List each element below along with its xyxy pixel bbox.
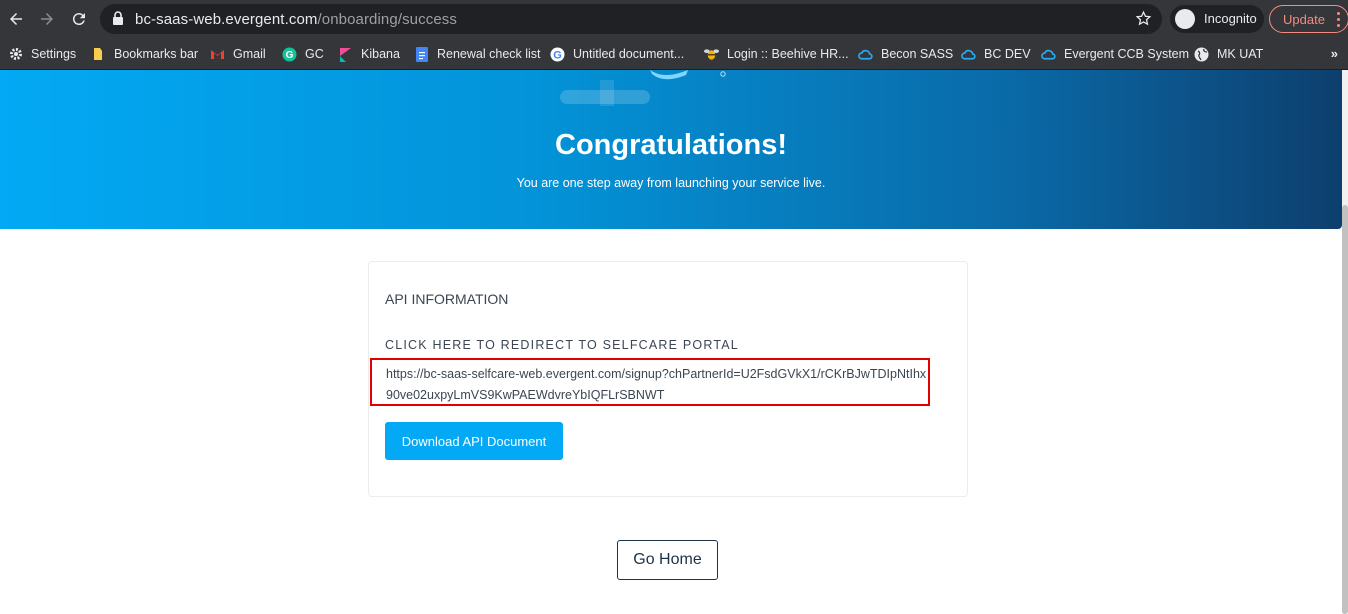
folder-icon [91, 47, 106, 62]
docs-icon [414, 46, 429, 62]
bookmark-label: Renewal check list [437, 47, 541, 61]
bookmark-label: Kibana [361, 47, 400, 61]
page-title: Congratulations! [555, 129, 787, 161]
bookmark-item[interactable]: Kibana [338, 43, 400, 65]
bookmark-label: BC DEV [984, 47, 1031, 61]
reload-button[interactable] [67, 7, 91, 31]
gmail-icon [210, 47, 225, 62]
bookmark-item[interactable]: G GC [282, 43, 324, 65]
bookmark-label: Becon SASS [881, 47, 954, 61]
beehive-icon [704, 47, 719, 62]
scrollbar[interactable] [1342, 70, 1348, 614]
bookmark-label: Evergent CCB System [1064, 47, 1190, 61]
browser-toolbar: bc-saas-web.evergent.com/onboarding/succ… [0, 0, 1348, 38]
svg-text:G: G [286, 50, 294, 61]
globe-icon [1194, 47, 1209, 62]
update-button[interactable]: Update [1269, 5, 1348, 33]
bookmark-item[interactable]: MK UAT [1194, 43, 1263, 65]
bookmark-item[interactable]: BC DEV [961, 43, 1031, 65]
bookmark-label: Gmail [233, 47, 266, 61]
bookmark-item[interactable]: Settings [8, 43, 76, 65]
url-path: /onboarding/success [317, 11, 457, 28]
cloud-icon [961, 47, 976, 62]
svg-text:G: G [553, 49, 562, 61]
bookmark-label: Login :: Beehive HR... [727, 47, 849, 61]
url-host: bc-saas-web.evergent.com [135, 11, 318, 28]
gear-icon [8, 47, 23, 62]
bookmarks-bar: Settings Bookmarks bar Gmail G GC Kibana… [0, 38, 1348, 70]
back-button[interactable] [4, 7, 28, 31]
google-icon: G [550, 47, 565, 62]
go-home-button[interactable]: Go Home [617, 540, 718, 580]
selfcare-portal-link[interactable]: https://bc-saas-selfcare-web.evergent.co… [386, 364, 931, 406]
update-label: Update [1283, 12, 1325, 27]
bookmark-item[interactable]: Gmail [210, 43, 266, 65]
incognito-label: Incognito [1204, 11, 1257, 26]
hero-banner: Congratulations! You are one step away f… [0, 70, 1342, 229]
bookmark-label: GC [305, 47, 324, 61]
grammarly-icon: G [282, 47, 297, 62]
incognito-icon [1175, 9, 1195, 29]
bookmark-label: MK UAT [1217, 47, 1264, 61]
address-url: bc-saas-web.evergent.com/onboarding/succ… [135, 11, 457, 28]
arrow-right-icon [41, 13, 53, 25]
rocket-illustration-icon [560, 70, 726, 106]
bookmark-item[interactable]: Renewal check list [414, 43, 541, 65]
download-api-document-button[interactable]: Download API Document [385, 422, 563, 460]
redirect-label: CLICK HERE TO REDIRECT TO SELFCARE PORTA… [385, 338, 739, 352]
bookmark-item[interactable]: Becon SASS [858, 43, 953, 65]
bookmark-item[interactable]: Bookmarks bar [91, 43, 198, 65]
lock-icon [113, 11, 123, 25]
cloud-icon [858, 47, 873, 62]
address-bar[interactable]: bc-saas-web.evergent.com/onboarding/succ… [100, 4, 1162, 34]
kebab-menu-icon [1337, 12, 1340, 28]
bookmark-item[interactable]: Evergent CCB System [1041, 43, 1189, 65]
bookmark-label: Bookmarks bar [114, 47, 199, 61]
more-bookmarks-button[interactable]: » [1331, 46, 1338, 61]
kibana-icon [338, 47, 353, 62]
incognito-indicator[interactable]: Incognito [1170, 5, 1264, 33]
page-subtitle: You are one step away from launching you… [516, 176, 826, 190]
scrollbar-thumb[interactable] [1342, 205, 1348, 614]
bookmark-item[interactable]: Login :: Beehive HR... [704, 43, 849, 65]
section-title: API INFORMATION [385, 291, 509, 307]
bookmark-star-icon[interactable] [1135, 10, 1152, 27]
reload-icon [72, 13, 85, 26]
forward-button[interactable] [35, 7, 59, 31]
arrow-left-icon [10, 13, 22, 25]
highlight-box: https://bc-saas-selfcare-web.evergent.co… [370, 358, 930, 406]
bookmark-label: Settings [31, 47, 77, 61]
bookmark-label: Untitled document... [573, 47, 685, 61]
bookmark-item[interactable]: G Untitled document... [550, 43, 684, 65]
api-information-card: API INFORMATION CLICK HERE TO REDIRECT T… [368, 261, 968, 497]
cloud-icon [1041, 47, 1056, 62]
